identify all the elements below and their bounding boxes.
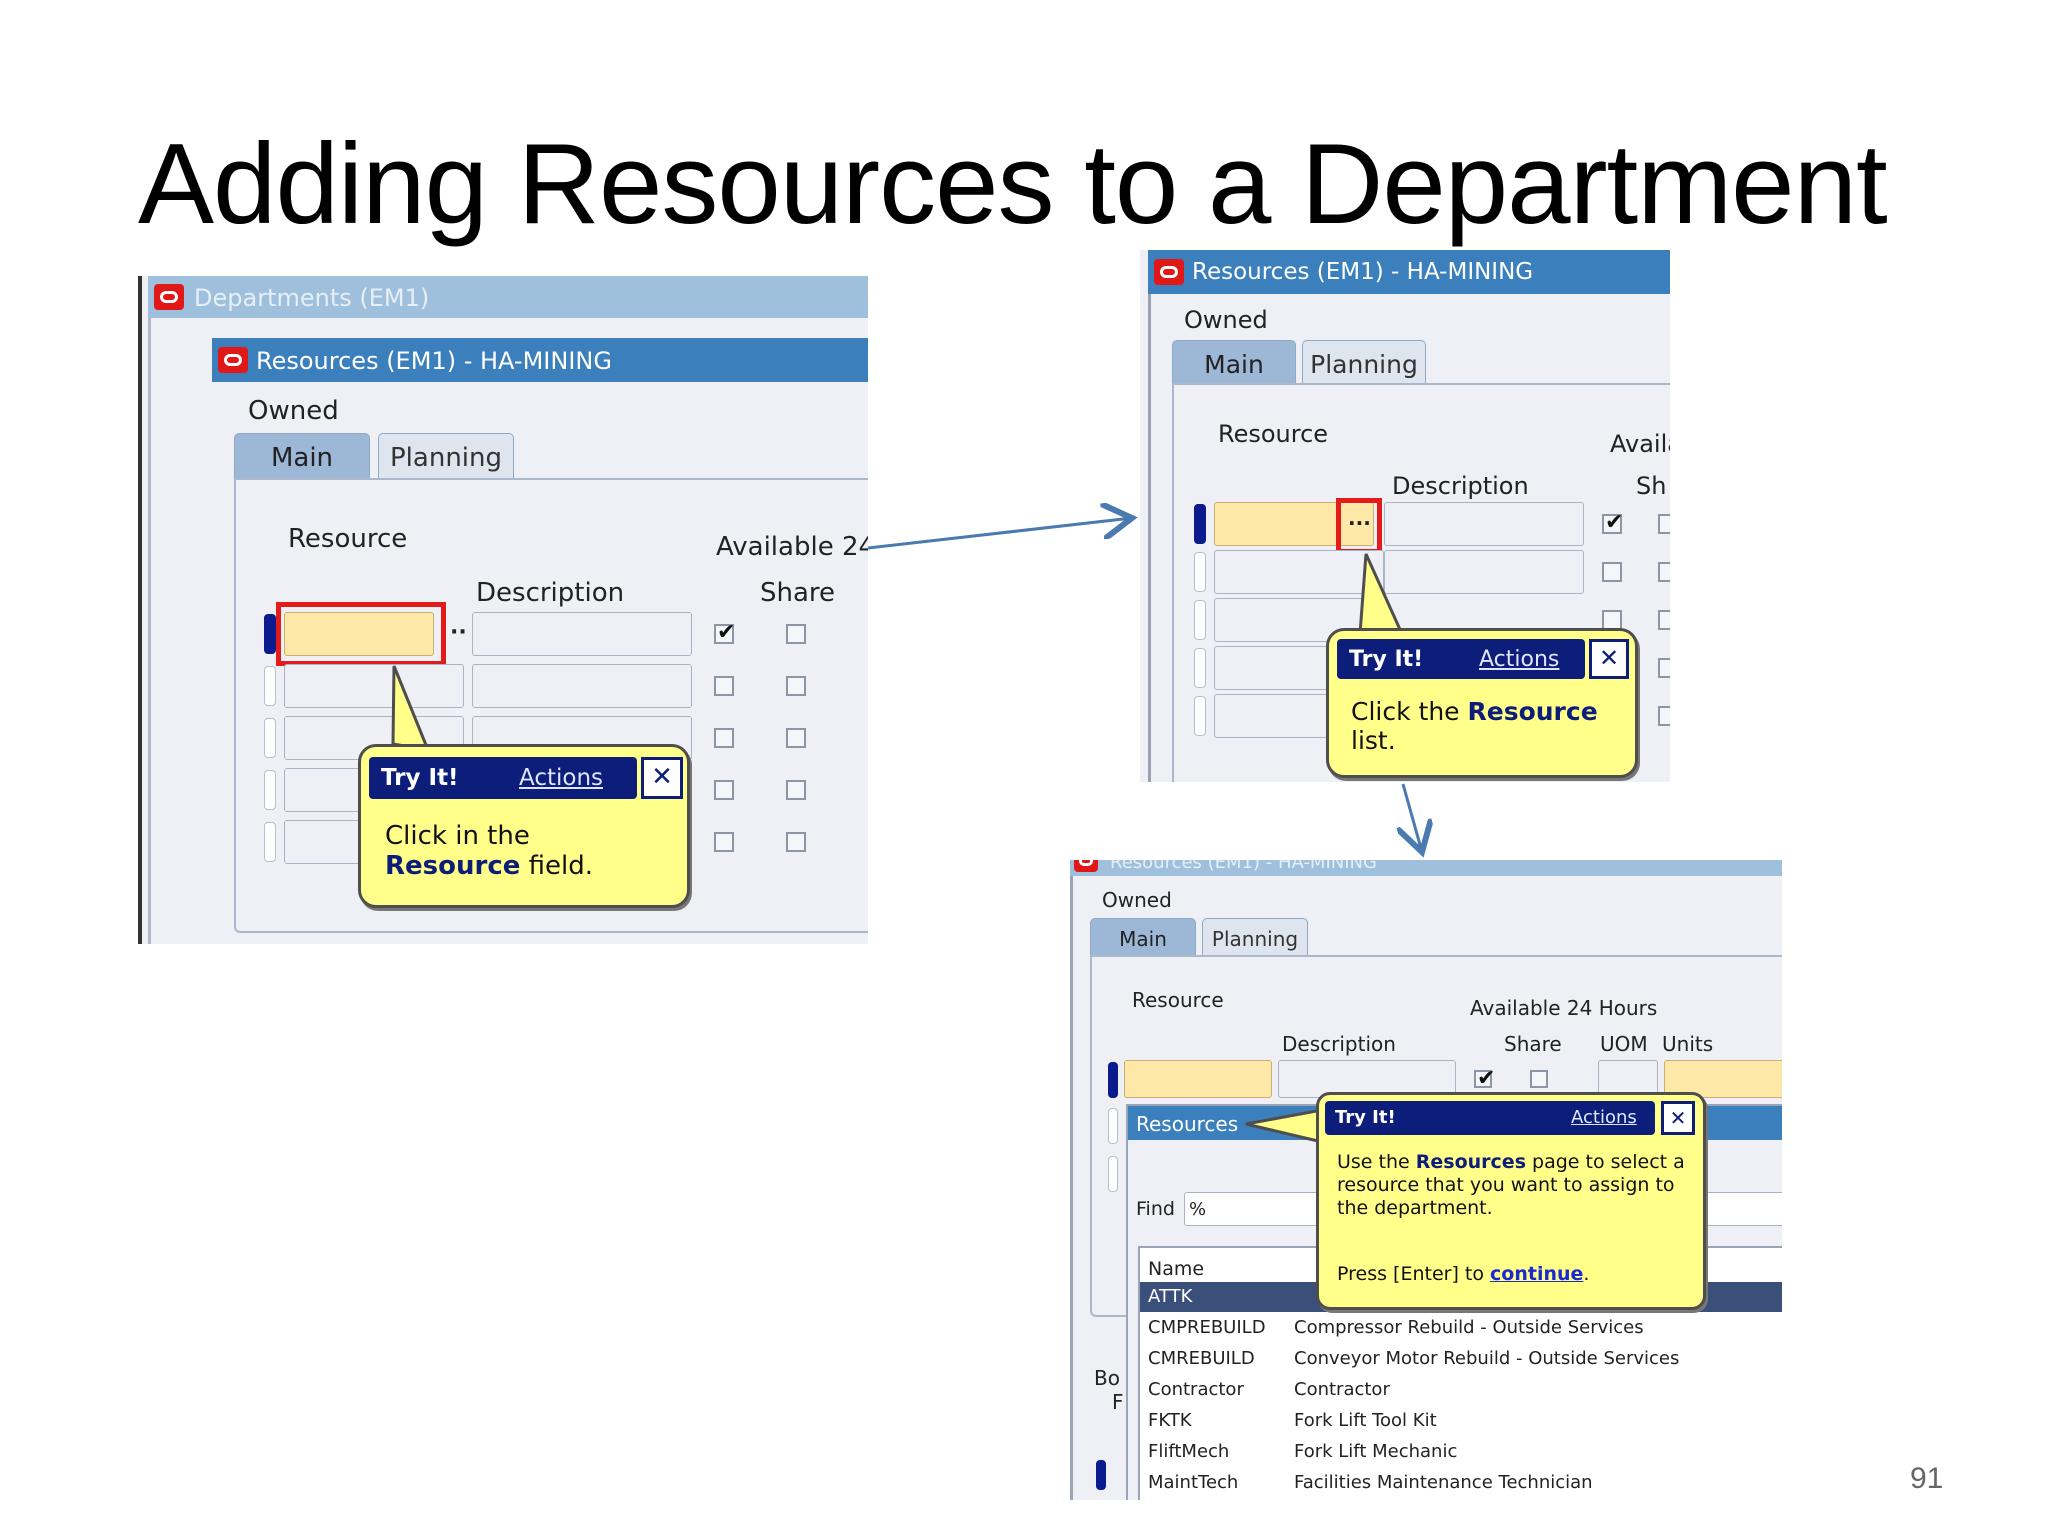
connector-arrows (867, 0, 2048, 1536)
arrow-step1-to-step2 (867, 518, 1132, 550)
arrow-step2-to-step3 (1403, 783, 1422, 852)
page-number: 91 (1910, 1462, 1944, 1495)
